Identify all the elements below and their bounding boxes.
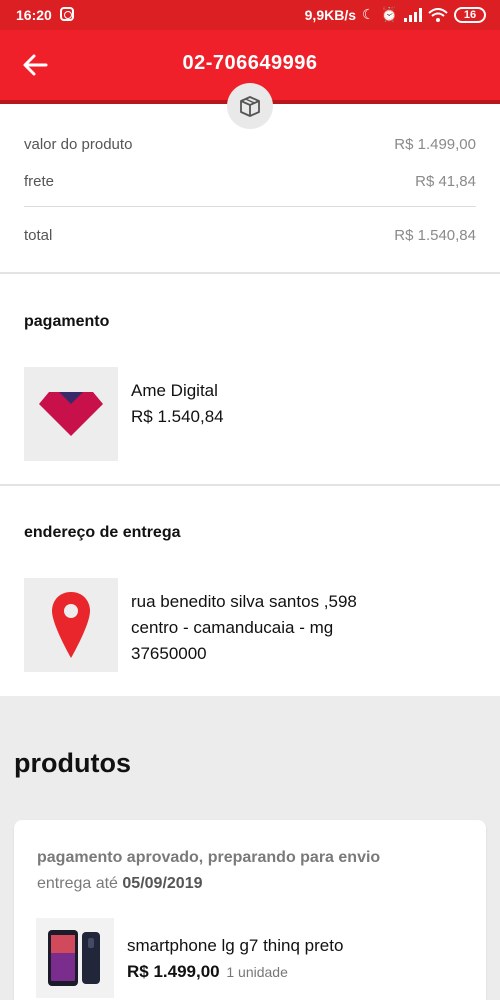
price-summary: valor do produto R$ 1.499,00 frete R$ 41… (0, 104, 500, 272)
product-quantity: 1 unidade (226, 964, 288, 980)
instagram-icon (60, 7, 74, 21)
products-title: produtos (14, 748, 131, 778)
delivery-address-section: endereço de entrega rua benedito silva s… (0, 486, 500, 696)
delivery-date: 05/09/2019 (122, 875, 203, 892)
wifi-icon (428, 7, 448, 22)
product-value-amount: R$ 1.499,00 (394, 136, 476, 153)
payment-title: pagamento (24, 313, 110, 330)
signal-icon (404, 7, 422, 22)
box-icon-badge (227, 83, 273, 129)
address-zip: 37650000 (131, 644, 207, 663)
address-title: endereço de entrega (24, 524, 181, 541)
address-city: centro - camanducaia - mg (131, 618, 334, 637)
shipping-row: frete R$ 41,84 (24, 173, 476, 190)
total-label: total (24, 227, 53, 244)
status-bar: 16:20 9,9KB/s ☾ ⏰ 16 (0, 0, 500, 30)
location-pin-icon (52, 592, 90, 658)
product-value-row: valor do produto R$ 1.499,00 (24, 136, 476, 153)
moon-icon: ☾ (362, 6, 375, 22)
address-lines: rua benedito silva santos ,598 centro - … (131, 589, 357, 667)
product-name: smartphone lg g7 thinq preto (127, 936, 344, 955)
ame-digital-logo-icon (39, 392, 103, 436)
delivery-estimate: entrega até 05/09/2019 (37, 875, 202, 893)
product-price: R$ 1.499,00 (127, 962, 220, 981)
battery-icon: 16 (454, 6, 486, 23)
payment-section: pagamento Ame Digital R$ 1.540,84 (0, 274, 500, 484)
box-icon (240, 96, 260, 117)
order-number-title: 02-706649996 (182, 52, 318, 74)
summary-divider (24, 206, 476, 207)
network-speed: 9,9KB/s (304, 6, 356, 23)
shipping-label: frete (24, 173, 55, 190)
address-icon-box (24, 578, 118, 672)
payment-details: Ame Digital R$ 1.540,84 (131, 378, 224, 430)
payment-method: Ame Digital (131, 381, 218, 400)
delivery-prefix: entrega até (37, 875, 118, 892)
address-street: rua benedito silva santos ,598 (131, 592, 357, 611)
payment-amount: R$ 1.540,84 (131, 407, 224, 426)
status-right: 9,9KB/s ☾ ⏰ 16 (305, 6, 486, 23)
product-value-label: valor do produto (24, 136, 133, 153)
order-status: pagamento aprovado, preparando para envi… (37, 849, 381, 866)
product-card[interactable]: pagamento aprovado, preparando para envi… (14, 820, 486, 1000)
total-amount: R$ 1.540,84 (394, 227, 476, 244)
total-row: total R$ 1.540,84 (24, 227, 476, 244)
alarm-icon: ⏰ (380, 6, 398, 22)
payment-logo-box (24, 367, 118, 461)
smartphone-image (48, 930, 100, 986)
product-price-line: R$ 1.499,00 1 unidade (127, 962, 288, 982)
shipping-amount: R$ 41,84 (415, 173, 476, 190)
status-time: 16:20 (16, 7, 52, 23)
product-image[interactable] (36, 918, 114, 998)
